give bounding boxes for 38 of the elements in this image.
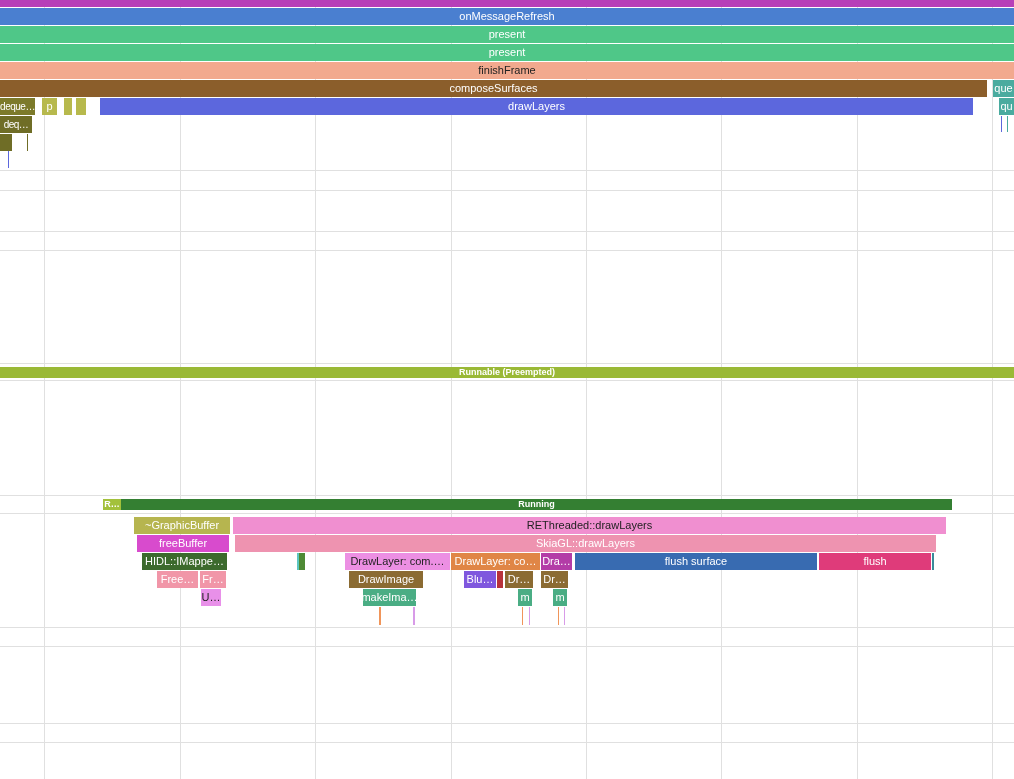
trace-slice[interactable]: composeSurfaces xyxy=(0,80,987,97)
trace-slice[interactable]: flush xyxy=(819,553,931,570)
trace-slice[interactable]: qu xyxy=(999,98,1014,115)
trace-slice[interactable]: DrawImage xyxy=(349,571,423,588)
trace-slice[interactable] xyxy=(299,553,305,570)
trace-slice[interactable]: p xyxy=(42,98,57,115)
trace-slice[interactable]: finishFrame xyxy=(0,62,1014,79)
trace-slice[interactable]: DrawLayer: com.… xyxy=(345,553,450,570)
thread-state-bar[interactable]: Running xyxy=(121,499,952,510)
trace-slice[interactable]: flush surface xyxy=(575,553,817,570)
trace-slice[interactable]: HIDL::IMappe… xyxy=(142,553,227,570)
trace-slice[interactable] xyxy=(0,0,1014,7)
trace-slice[interactable]: m xyxy=(518,589,532,606)
trace-slice[interactable]: m xyxy=(553,589,567,606)
trace-slice[interactable]: Free… xyxy=(157,571,198,588)
trace-slice[interactable]: Dra… xyxy=(541,553,572,570)
thread-state-bar[interactable]: Runnable (Preempted) xyxy=(0,367,1014,378)
trace-slice[interactable]: que xyxy=(993,80,1014,97)
trace-slice[interactable]: onMessageRefresh xyxy=(0,8,1014,25)
trace-slice[interactable]: freeBuffer xyxy=(137,535,229,552)
trace-slice[interactable] xyxy=(64,98,72,115)
trace-slice[interactable]: present xyxy=(0,44,1014,61)
trace-slice[interactable]: Blu… xyxy=(464,571,496,588)
trace-slice[interactable]: U… xyxy=(201,589,221,606)
trace-slice[interactable] xyxy=(497,571,503,588)
trace-slice[interactable]: drawLayers xyxy=(100,98,973,115)
trace-slice[interactable] xyxy=(0,134,12,151)
trace-slice[interactable]: Dr… xyxy=(541,571,568,588)
trace-slice[interactable]: deq… xyxy=(0,116,32,133)
trace-slice[interactable]: ~GraphicBuffer xyxy=(134,517,230,534)
trace-slice[interactable] xyxy=(76,98,86,115)
trace-slice[interactable]: REThreaded::drawLayers xyxy=(233,517,946,534)
trace-slice[interactable]: DrawLayer: co… xyxy=(451,553,540,570)
trace-slice[interactable]: SkiaGL::drawLayers xyxy=(235,535,936,552)
trace-slice[interactable]: Fr… xyxy=(200,571,226,588)
trace-slice[interactable]: deque… xyxy=(0,98,35,115)
trace-slice[interactable]: present xyxy=(0,26,1014,43)
trace-slice[interactable]: Dr… xyxy=(505,571,533,588)
